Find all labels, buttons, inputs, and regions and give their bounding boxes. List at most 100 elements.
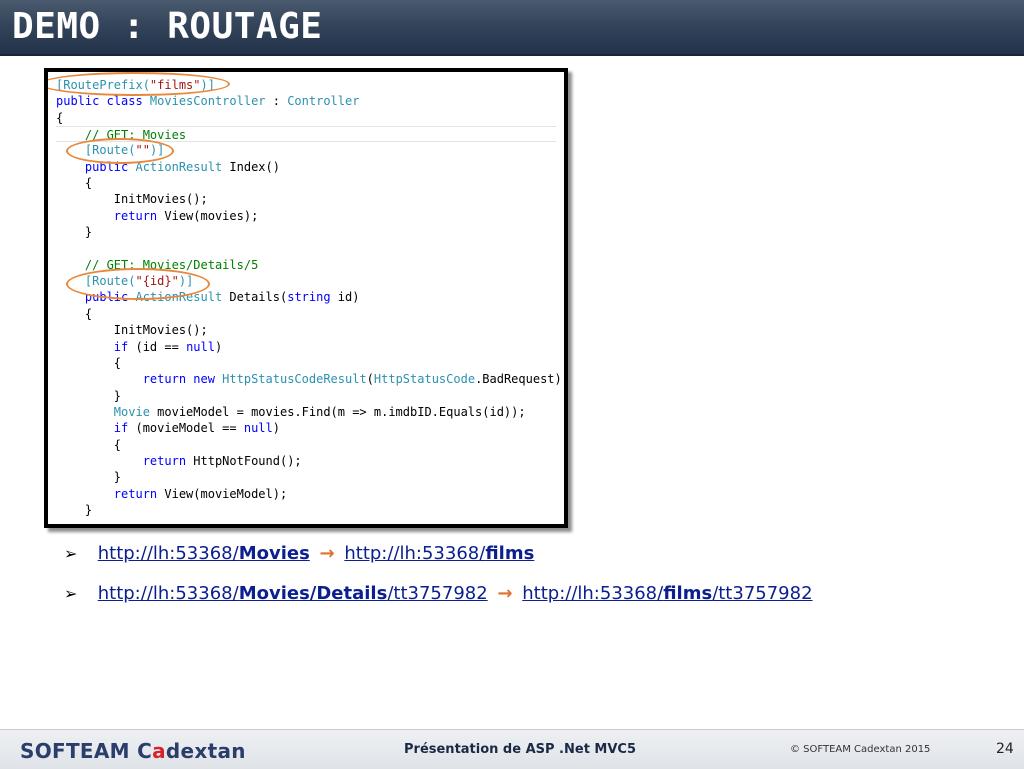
code-token: ) bbox=[272, 421, 280, 436]
code-line: return HttpNotFound(); bbox=[56, 453, 564, 469]
code-line: [Route("{id}")] bbox=[56, 273, 564, 289]
code-token: HttpStatusCode bbox=[373, 372, 476, 387]
code-line: if (id == null) bbox=[56, 339, 564, 355]
code-token: "" bbox=[135, 143, 150, 158]
code-line: return new HttpStatusCodeResult(HttpStat… bbox=[56, 371, 568, 387]
code-token: { bbox=[56, 306, 93, 321]
url-link-films[interactable]: http://lh:53368/films bbox=[344, 543, 534, 564]
code-token: } bbox=[56, 225, 93, 240]
code-token: (id == bbox=[135, 339, 187, 354]
code-token: { bbox=[56, 176, 93, 191]
code-token: InitMovies(); bbox=[56, 323, 208, 338]
code-token: null bbox=[243, 421, 273, 436]
code-line: { bbox=[56, 437, 564, 453]
code-token: public bbox=[56, 159, 136, 174]
code-token: [Route( bbox=[56, 143, 136, 158]
code-token: "{id}" bbox=[135, 274, 179, 289]
code-token: { bbox=[56, 355, 122, 370]
url-link-movies[interactable]: http://lh:53368/Movies bbox=[98, 543, 310, 564]
code-token: return bbox=[56, 208, 165, 223]
right-arrow-icon: → bbox=[319, 543, 335, 564]
code-line: } bbox=[56, 224, 564, 240]
code-token: Controller bbox=[287, 94, 360, 109]
code-token: // GET: Movies/Details/5 bbox=[56, 257, 259, 272]
code-token: return bbox=[56, 486, 165, 501]
code-line: public ActionResult Details(string id) bbox=[56, 289, 564, 305]
code-line: // GET: Movies bbox=[56, 126, 556, 143]
code-screenshot: [RoutePrefix("films")] public class Movie… bbox=[44, 68, 568, 528]
code-token: )] bbox=[149, 143, 165, 158]
code-token: } bbox=[56, 388, 122, 403]
code-line: return View(movieModel); bbox=[56, 486, 564, 502]
code-block: [RoutePrefix("films")] public class Movie… bbox=[56, 77, 568, 518]
code-line: public ActionResult Index() bbox=[56, 159, 564, 175]
code-token: HttpStatusCodeResult bbox=[222, 372, 367, 387]
code-token: Movie bbox=[56, 404, 150, 419]
code-line: { bbox=[56, 175, 564, 191]
presentation-title: Présentation de ASP .Net MVC5 bbox=[404, 742, 637, 757]
code-line: } bbox=[56, 469, 564, 485]
code-token: [Route( bbox=[56, 274, 136, 289]
code-token: View(movieModel); bbox=[164, 486, 288, 501]
code-line: } bbox=[56, 502, 564, 518]
bullet-item-1: ➢ http://lh:53368/Movies → http://lh:533… bbox=[64, 541, 534, 567]
code-token: MoviesController bbox=[149, 94, 266, 109]
code-token: View(movies); bbox=[164, 208, 259, 223]
code-token: } bbox=[56, 502, 93, 517]
code-token: public bbox=[56, 290, 136, 305]
page-number: 24 bbox=[996, 741, 1014, 757]
code-token: { bbox=[56, 110, 64, 125]
copyright-notice: © SOFTEAM Cadextan 2015 bbox=[790, 744, 931, 755]
right-arrow-icon: → bbox=[497, 583, 513, 604]
code-token: return bbox=[56, 453, 194, 468]
code-token: Details( bbox=[222, 290, 288, 305]
code-line: // GET: Movies/Details/5 bbox=[56, 257, 564, 273]
url-link-movies-details[interactable]: http://lh:53368/Movies/Details/tt3757982 bbox=[98, 583, 488, 604]
code-line: return View(movies); bbox=[56, 208, 564, 224]
bullet-item-2: ➢ http://lh:53368/Movies/Details/tt37579… bbox=[64, 581, 813, 607]
code-token: ) bbox=[214, 339, 223, 354]
code-token: if bbox=[56, 339, 136, 354]
code-token: ActionResult bbox=[135, 290, 223, 305]
code-token: movieModel = movies.Find(m => m.imdbID.E… bbox=[149, 404, 526, 419]
code-line: { bbox=[56, 355, 564, 371]
code-token: ( bbox=[366, 372, 374, 387]
bullet-arrow-icon: ➢ bbox=[64, 544, 78, 563]
code-token: // GET: Movies bbox=[56, 128, 187, 143]
code-line: if (movieModel == null) bbox=[56, 420, 564, 436]
code-line: public class MoviesController : Controll… bbox=[56, 93, 564, 109]
code-token: return new bbox=[56, 372, 223, 387]
code-line: Movie movieModel = movies.Find(m => m.im… bbox=[56, 404, 564, 420]
code-token: public class bbox=[56, 94, 150, 109]
slide-title: DEMO : ROUTAGE bbox=[12, 6, 323, 47]
code-token: HttpNotFound(); bbox=[193, 453, 302, 468]
code-line: [RoutePrefix("films")] bbox=[56, 77, 564, 93]
code-token: InitMovies(); bbox=[56, 192, 208, 207]
code-line: InitMovies(); bbox=[56, 322, 564, 338]
url-link-films-id[interactable]: http://lh:53368/films/tt3757982 bbox=[522, 583, 812, 604]
code-token: ActionResult bbox=[135, 159, 223, 174]
title-bar: DEMO : ROUTAGE bbox=[0, 0, 1024, 56]
code-token: } bbox=[56, 470, 122, 485]
code-token: "films" bbox=[149, 78, 201, 92]
code-token: : bbox=[265, 94, 288, 109]
code-line: [Route("")] bbox=[56, 142, 564, 158]
code-token: [RoutePrefix( bbox=[56, 78, 150, 92]
footer-bar: SOFTEAM Cadextan Présentation de ASP .Ne… bbox=[0, 729, 1024, 769]
code-token: )] bbox=[178, 274, 194, 289]
code-token: if bbox=[56, 421, 136, 436]
code-token: string bbox=[287, 290, 331, 305]
code-line: { bbox=[56, 110, 564, 126]
code-token: Index() bbox=[222, 159, 280, 174]
code-line: InitMovies(); bbox=[56, 191, 564, 207]
code-line: { bbox=[56, 306, 564, 322]
code-token: )] bbox=[200, 78, 215, 92]
code-token: (movieModel == bbox=[135, 421, 244, 436]
bullet-arrow-icon: ➢ bbox=[64, 584, 78, 603]
brand-logo: SOFTEAM Cadextan bbox=[20, 739, 246, 763]
code-token: null bbox=[186, 339, 215, 354]
code-token: { bbox=[56, 437, 122, 452]
code-line: } bbox=[56, 388, 564, 404]
code-token: .BadRequest); bbox=[475, 372, 568, 387]
